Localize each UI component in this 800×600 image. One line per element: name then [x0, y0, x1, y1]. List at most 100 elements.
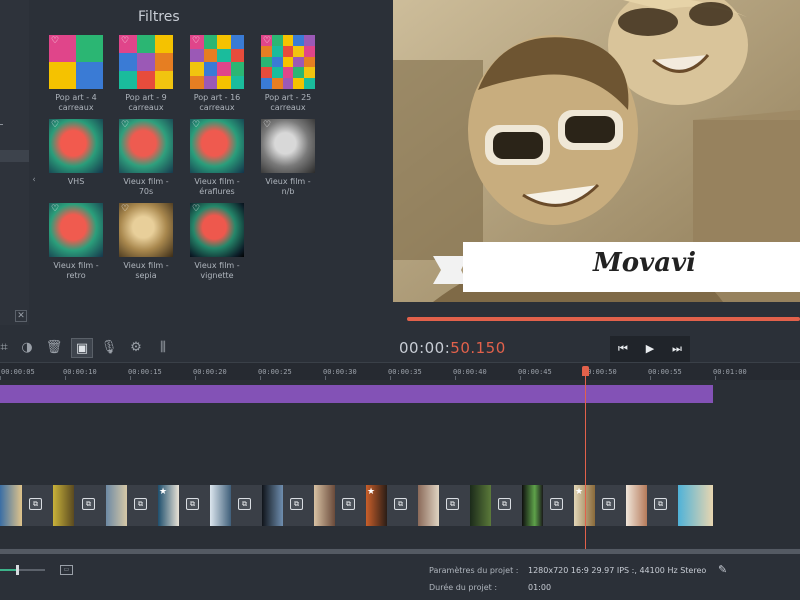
video-clip[interactable] [418, 485, 439, 526]
collapse-panel-icon[interactable]: ‹ [30, 165, 38, 195]
preview-title-text: Movavi [593, 248, 697, 278]
ruler-label: 00:00:30 [323, 368, 357, 376]
transition-icon[interactable]: ⧉ [654, 498, 667, 510]
video-clip[interactable] [678, 485, 713, 526]
transition-icon[interactable]: ⧉ [134, 498, 147, 510]
filters-title: Filtres [138, 9, 180, 25]
timeline-toolbar: ⌗ ◑ 🗑 ▣ 🎙 ⚙ ⫼ [0, 334, 390, 362]
transition-icon[interactable]: ⧉ [446, 498, 459, 510]
filter-thumb-vieux-film-eraflures[interactable]: ♡ [190, 119, 244, 173]
video-clip[interactable] [626, 485, 647, 526]
filter-thumb-pop-art-25[interactable]: ♡ [261, 35, 315, 89]
ruler-label: 00:00:45 [518, 368, 552, 376]
transition-icon[interactable]: ⧉ [29, 498, 42, 510]
project-duration-label: Durée du projet : [429, 583, 498, 592]
favorite-icon[interactable]: ♡ [51, 204, 59, 214]
ruler-label: 00:00:10 [63, 368, 97, 376]
transition-icon[interactable]: ⧉ [498, 498, 511, 510]
favorite-icon[interactable]: ♡ [121, 120, 129, 130]
video-clip[interactable] [53, 485, 74, 526]
zoom-slider-handle[interactable] [16, 565, 19, 575]
filter-label: Pop art - 16 carreaux [193, 93, 241, 112]
favorite-icon[interactable]: ♡ [192, 36, 200, 46]
play-icon[interactable]: ▶ [637, 336, 663, 362]
transition-icon[interactable]: ⧉ [550, 498, 563, 510]
video-clip[interactable] [470, 485, 491, 526]
favorite-icon[interactable]: ♡ [263, 120, 271, 130]
timeline-scrollbar[interactable] [0, 549, 800, 554]
ruler-label: 00:00:05 [1, 368, 35, 376]
playhead-handle[interactable] [582, 366, 589, 376]
video-clip[interactable]: ★ [366, 485, 387, 526]
next-icon[interactable]: ⏭ [664, 336, 690, 362]
transition-icon[interactable]: ⧉ [238, 498, 251, 510]
filter-label: Vieux film -70s [123, 177, 169, 196]
crop-icon[interactable]: ⌗ [0, 338, 14, 358]
filter-label: Pop art - 9 carreaux [125, 93, 167, 112]
favorite-icon[interactable]: ♡ [121, 204, 129, 214]
filter-label: Vieux film - vignette [194, 261, 240, 280]
filter-label: VHS [67, 177, 85, 186]
transition-icon[interactable]: ⧉ [290, 498, 303, 510]
filter-thumb-pop-art-9[interactable]: ♡ [119, 35, 173, 89]
filter-label: Pop art - 25 carreaux [264, 93, 312, 112]
transition-icon[interactable]: ⧉ [602, 498, 615, 510]
ruler-label: 00:00:40 [453, 368, 487, 376]
side-panel-selected-item[interactable] [0, 150, 29, 162]
filter-label: Pop art - 4 carreaux [55, 93, 97, 112]
filter-thumb-pop-art-4[interactable]: ♡ [49, 35, 103, 89]
playhead-line [585, 376, 586, 550]
filter-label: Vieux film - sepia [123, 261, 169, 280]
star-icon: ★ [159, 487, 168, 497]
transition-icon[interactable]: ⧉ [186, 498, 199, 510]
ruler-label: 00:00:15 [128, 368, 162, 376]
ruler-label: 00:00:35 [388, 368, 422, 376]
image-icon[interactable]: ▣ [71, 338, 93, 358]
edit-icon[interactable]: ✎ [718, 563, 727, 576]
transition-icon[interactable]: ⧉ [82, 498, 95, 510]
project-params-value: 1280x720 16:9 29.97 IPS :, 44100 Hz Ster… [528, 566, 707, 575]
filter-thumb-vieux-film-retro[interactable]: ♡ [49, 203, 103, 257]
close-icon[interactable]: ✕ [15, 310, 27, 322]
star-icon: ★ [367, 487, 376, 497]
filter-label: Vieux film - retro [53, 261, 99, 280]
favorite-icon[interactable]: ♡ [51, 36, 59, 46]
video-clip[interactable] [522, 485, 543, 526]
filter-thumb-vhs[interactable]: ♡ [49, 119, 103, 173]
video-clip[interactable] [210, 485, 231, 526]
video-clip[interactable] [0, 485, 22, 526]
favorite-icon[interactable]: ♡ [121, 36, 129, 46]
video-preview[interactable]: Movavi [393, 0, 800, 302]
project-duration-value: 01:00 [528, 583, 552, 592]
timeline-ruler[interactable]: 00:00:05 00:00:10 00:00:15 00:00:20 00:0… [0, 362, 800, 380]
transport-controls: ⏮ ▶ ⏭ [610, 336, 690, 362]
color-adjust-icon[interactable]: ◑ [17, 338, 37, 358]
equalizer-icon[interactable]: ⫼ [153, 338, 173, 358]
star-icon: ★ [575, 487, 584, 497]
ruler-label: 00:00:20 [193, 368, 227, 376]
video-clip[interactable] [314, 485, 335, 526]
filter-thumb-vieux-film-vignette[interactable]: ♡ [190, 203, 244, 257]
filter-thumb-vieux-film-sepia[interactable]: ♡ [119, 203, 173, 257]
favorite-icon[interactable]: ♡ [192, 120, 200, 130]
favorite-icon[interactable]: ♡ [263, 36, 271, 46]
settings-icon[interactable]: ⚙ [126, 338, 146, 358]
transition-icon[interactable]: ⧉ [342, 498, 355, 510]
video-clip[interactable] [106, 485, 127, 526]
video-track[interactable]: ⧉ ⧉ ⧉ ★ ⧉ ⧉ ⧉ ⧉ ★ ⧉ ⧉ ⧉ ⧉ ★ ⧉ ⧉ [0, 485, 713, 526]
video-clip[interactable]: ★ [158, 485, 179, 526]
fit-to-window-icon[interactable]: ▭ [60, 565, 73, 575]
filter-label: Vieux film - n/b [265, 177, 311, 196]
favorite-icon[interactable]: ♡ [192, 204, 200, 214]
transition-icon[interactable]: ⧉ [394, 498, 407, 510]
favorite-icon[interactable]: ♡ [51, 120, 59, 130]
filter-thumb-pop-art-16[interactable]: ♡ [190, 35, 244, 89]
previous-icon[interactable]: ⏮ [610, 336, 636, 362]
delete-icon[interactable]: 🗑 [44, 338, 64, 358]
audio-clip[interactable] [0, 385, 713, 403]
filter-thumb-vieux-film-nb[interactable]: ♡ [261, 119, 315, 173]
video-clip[interactable] [262, 485, 283, 526]
microphone-icon[interactable]: 🎙 [99, 338, 119, 358]
preview-progress-bar[interactable] [407, 317, 800, 321]
filter-thumb-vieux-film-70s[interactable]: ♡ [119, 119, 173, 173]
